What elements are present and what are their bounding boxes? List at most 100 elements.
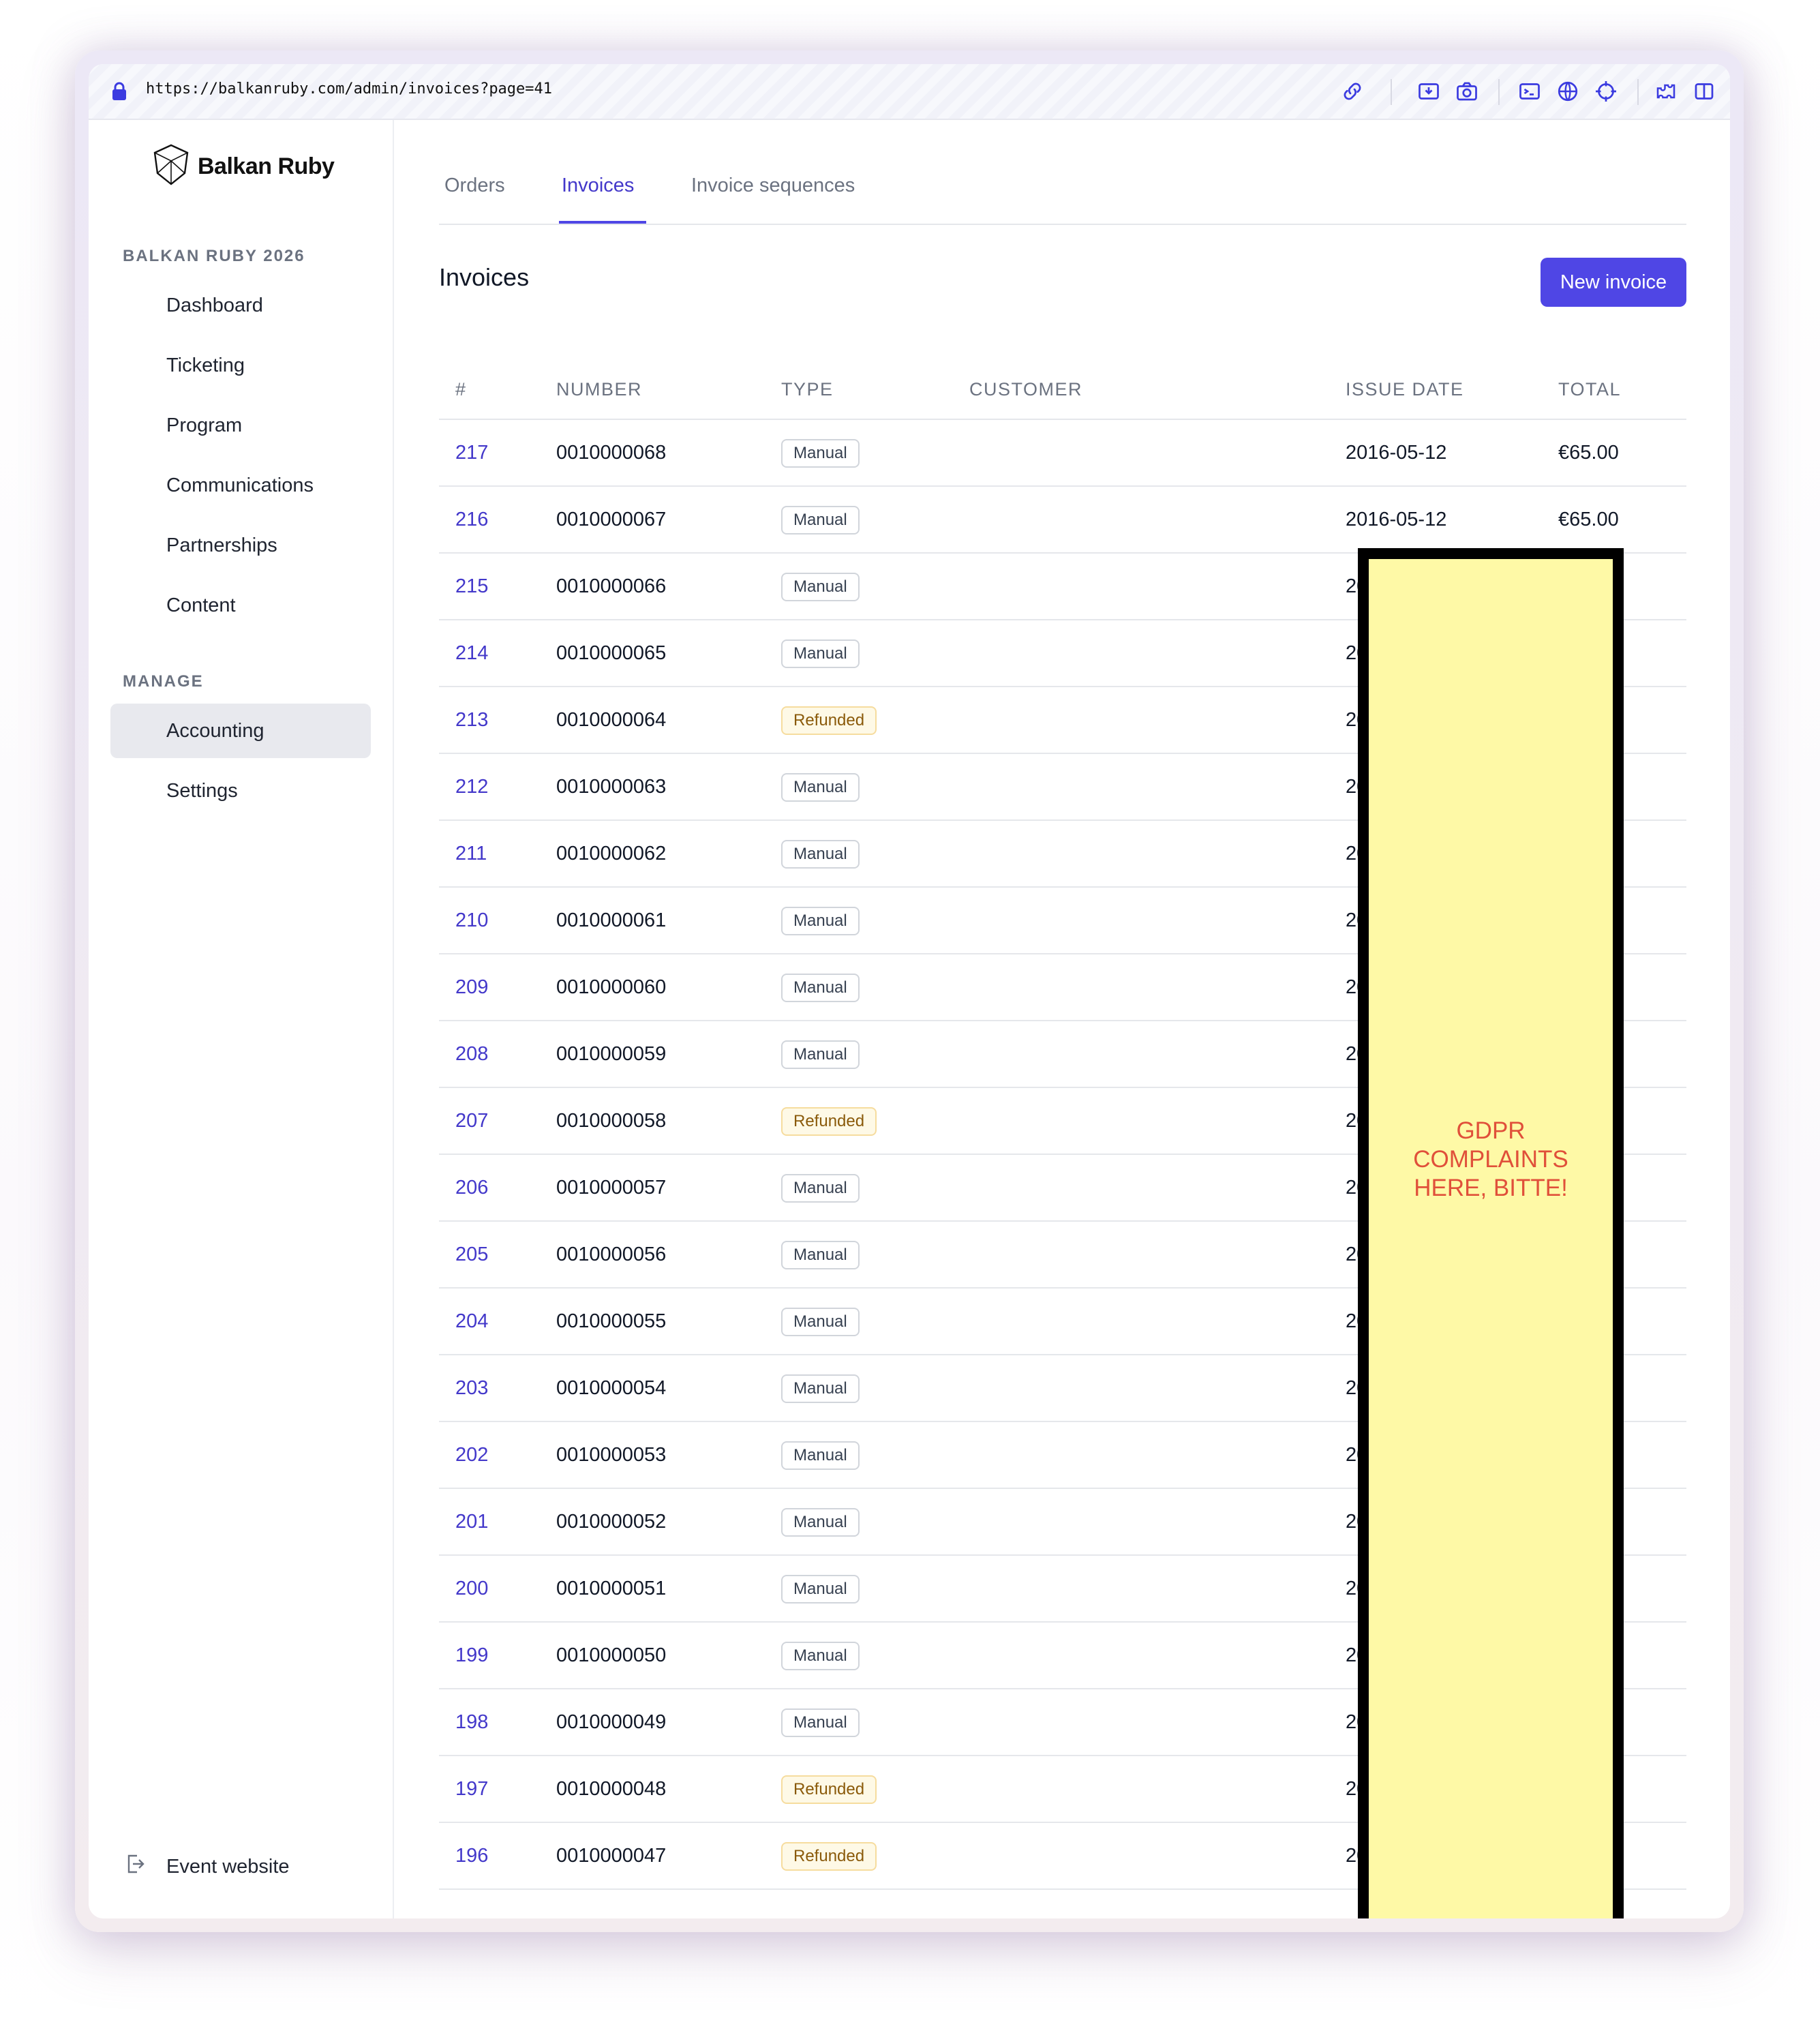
- tab-bar: Orders Invoices Invoice sequences: [439, 120, 1686, 225]
- invoice-number: 0010000068: [556, 442, 667, 464]
- type-badge: Refunded: [781, 706, 877, 735]
- invoice-id-link[interactable]: 217: [455, 420, 488, 485]
- table-row[interactable]: 217 0010000068 Manual 2016-05-12 €65.00: [439, 420, 1686, 487]
- invoice-id-link[interactable]: 207: [455, 1088, 488, 1154]
- invoice-number: 0010000050: [556, 1644, 667, 1666]
- column-header-issue-date: ISSUE DATE: [1346, 379, 1464, 400]
- type-badge: Manual: [781, 1174, 860, 1203]
- type-badge: Manual: [781, 840, 860, 869]
- sidebar-toggle-icon[interactable]: [1692, 79, 1716, 104]
- event-website-link[interactable]: Event website: [123, 1852, 290, 1882]
- invoice-id-link[interactable]: 208: [455, 1021, 488, 1087]
- invoice-number: 0010000066: [556, 575, 667, 597]
- active-tab-indicator: [559, 221, 646, 224]
- invoice-number: 0010000049: [556, 1711, 667, 1733]
- terminal-icon[interactable]: [1517, 79, 1542, 104]
- invoice-total: €65.00: [1558, 509, 1619, 530]
- link-icon[interactable]: [1340, 79, 1365, 104]
- type-badge: Manual: [781, 1241, 860, 1269]
- invoice-number: 0010000059: [556, 1043, 667, 1065]
- toolbar-separator: [1498, 79, 1500, 105]
- extension-icon[interactable]: [1654, 79, 1678, 104]
- table-row[interactable]: 216 0010000067 Manual 2016-05-12 €65.00: [439, 487, 1686, 554]
- type-badge: Manual: [781, 974, 860, 1002]
- sidebar: Balkan Ruby BALKAN RUBY 2026 Dashboard T…: [89, 120, 394, 1918]
- nav-program[interactable]: Program: [110, 398, 371, 453]
- nav-ticketing[interactable]: Ticketing: [110, 338, 371, 393]
- type-badge: Manual: [781, 573, 860, 601]
- nav-accounting[interactable]: Accounting: [110, 704, 371, 758]
- invoice-id-link[interactable]: 206: [455, 1155, 488, 1220]
- invoice-id-link[interactable]: 212: [455, 754, 488, 819]
- invoice-id-link[interactable]: 215: [455, 554, 488, 619]
- gdpr-overlay-text: GDPR COMPLAINTS HERE, BITTE!: [1413, 1117, 1568, 1201]
- invoice-number: 0010000065: [556, 642, 667, 664]
- download-icon[interactable]: [1416, 79, 1441, 104]
- nav-content[interactable]: Content: [110, 578, 371, 633]
- invoice-id-link[interactable]: 216: [455, 487, 488, 552]
- type-badge: Refunded: [781, 1107, 877, 1136]
- type-badge: Manual: [781, 1374, 860, 1403]
- invoice-number: 0010000057: [556, 1177, 667, 1199]
- invoice-id-link[interactable]: 204: [455, 1289, 488, 1354]
- section-label-event: BALKAN RUBY 2026: [123, 247, 305, 265]
- column-header-number: NUMBER: [556, 379, 643, 400]
- invoice-id-link[interactable]: 199: [455, 1623, 488, 1688]
- invoice-id-link[interactable]: 213: [455, 687, 488, 753]
- nav-dashboard[interactable]: Dashboard: [110, 278, 371, 333]
- type-badge: Manual: [781, 1040, 860, 1069]
- new-invoice-button[interactable]: New invoice: [1541, 258, 1686, 307]
- invoice-number: 0010000051: [556, 1578, 667, 1599]
- type-badge: Manual: [781, 1441, 860, 1470]
- invoice-number: 0010000061: [556, 909, 667, 931]
- invoice-id-link[interactable]: 214: [455, 620, 488, 686]
- tab-invoice-sequences[interactable]: Invoice sequences: [691, 175, 855, 197]
- nav-settings[interactable]: Settings: [110, 764, 371, 818]
- toolbar-separator: [1637, 79, 1639, 105]
- type-badge: Manual: [781, 773, 860, 802]
- type-badge: Manual: [781, 1642, 860, 1670]
- column-header-total: TOTAL: [1558, 379, 1622, 400]
- invoice-number: 0010000060: [556, 976, 667, 998]
- invoice-number: 0010000056: [556, 1244, 667, 1265]
- invoice-id-link[interactable]: 211: [455, 821, 487, 886]
- invoice-number: 0010000067: [556, 509, 667, 530]
- toolbar-separator: [1391, 79, 1392, 105]
- globe-icon[interactable]: [1556, 79, 1580, 104]
- nav-communications[interactable]: Communications: [110, 458, 371, 513]
- invoice-number: 0010000063: [556, 776, 667, 798]
- tab-orders[interactable]: Orders: [444, 175, 505, 197]
- tab-invoices[interactable]: Invoices: [562, 175, 634, 197]
- crosshair-icon[interactable]: [1594, 79, 1618, 104]
- invoice-number: 0010000058: [556, 1110, 667, 1132]
- invoice-number: 0010000047: [556, 1845, 667, 1867]
- type-badge: Manual: [781, 1308, 860, 1336]
- invoice-id-link[interactable]: 210: [455, 888, 488, 953]
- invoice-total: €65.00: [1558, 442, 1619, 464]
- issue-date: 2016-05-12: [1346, 509, 1447, 530]
- invoice-id-link[interactable]: 203: [455, 1355, 488, 1421]
- invoice-number: 0010000054: [556, 1377, 667, 1399]
- type-badge: Manual: [781, 506, 860, 534]
- lock-icon: [112, 82, 127, 104]
- invoice-id-link[interactable]: 200: [455, 1556, 488, 1621]
- invoice-id-link[interactable]: 198: [455, 1689, 488, 1755]
- column-header-customer: CUSTOMER: [969, 379, 1083, 400]
- camera-icon[interactable]: [1455, 79, 1479, 104]
- type-badge: Manual: [781, 1575, 860, 1603]
- invoice-number: 0010000064: [556, 709, 667, 731]
- nav-partnerships[interactable]: Partnerships: [110, 518, 371, 573]
- url-text[interactable]: https://balkanruby.com/admin/invoices?pa…: [146, 80, 552, 97]
- invoice-id-link[interactable]: 196: [455, 1823, 488, 1888]
- section-label-manage: MANAGE: [123, 672, 204, 691]
- invoice-id-link[interactable]: 202: [455, 1422, 488, 1488]
- invoice-id-link[interactable]: 209: [455, 954, 488, 1020]
- brand-logo[interactable]: Balkan Ruby: [151, 143, 335, 190]
- page-title: Invoices: [439, 263, 530, 291]
- type-badge: Refunded: [781, 1775, 877, 1804]
- url-bar[interactable]: https://balkanruby.com/admin/invoices?pa…: [89, 64, 1730, 120]
- invoice-number: 0010000048: [556, 1778, 667, 1800]
- invoice-id-link[interactable]: 197: [455, 1756, 488, 1822]
- invoice-id-link[interactable]: 205: [455, 1222, 488, 1287]
- invoice-id-link[interactable]: 201: [455, 1489, 488, 1554]
